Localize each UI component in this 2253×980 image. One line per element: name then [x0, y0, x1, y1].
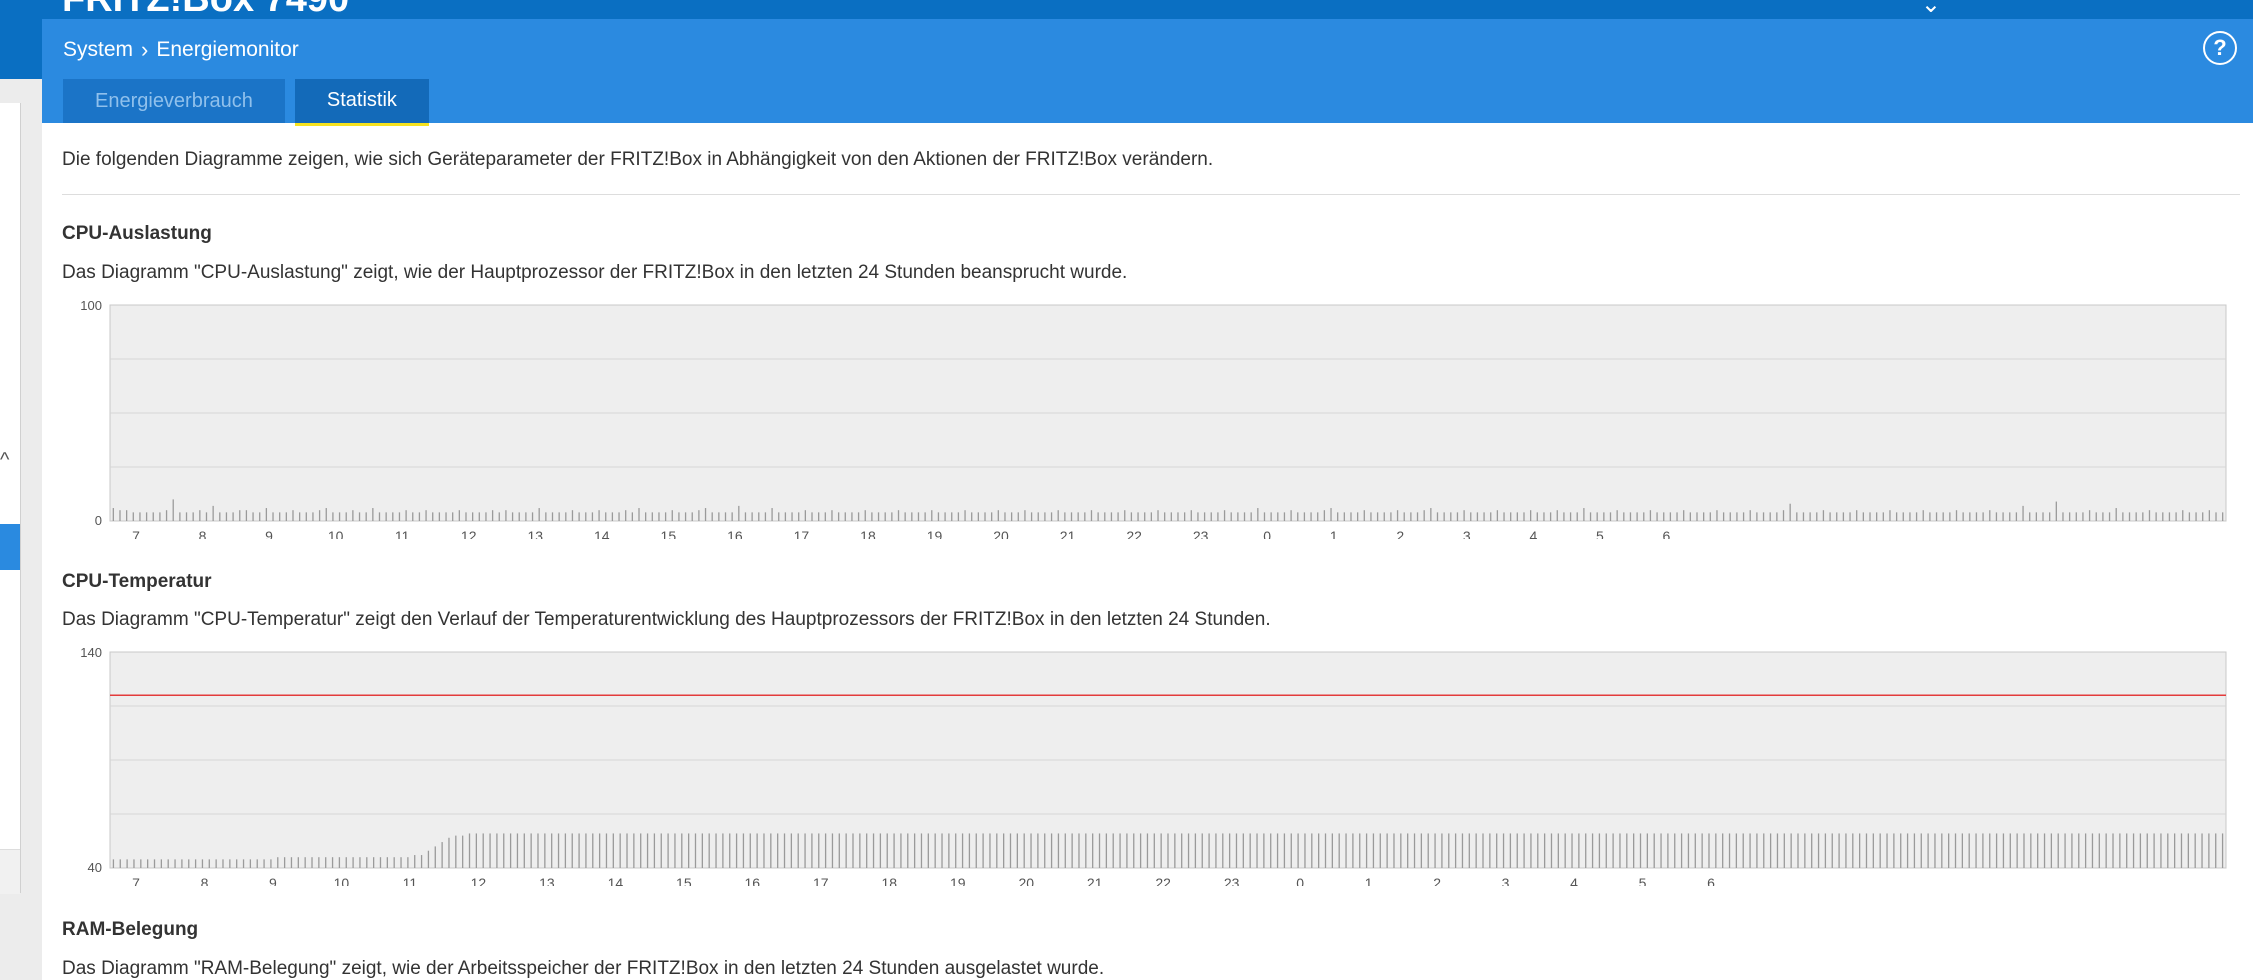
sidebar-item-lower[interactable] — [0, 849, 20, 894]
tab-bar: Energieverbrauch Statistik — [63, 79, 429, 126]
x-tick-label: 8 — [201, 875, 209, 886]
x-tick-label: 23 — [1224, 875, 1240, 886]
x-tick-label: 4 — [1529, 528, 1537, 539]
x-tick-label: 5 — [1639, 875, 1647, 886]
x-tick-label: 18 — [881, 875, 897, 886]
cpu-temp-chart-svg: 401407 8 9 10 11 12 13 14 15 16 17 18 19 20 21 22 23 0 1 2 3… — [80, 646, 2227, 886]
x-tick-label: 19 — [950, 875, 966, 886]
cpu-temp-title: CPU-Temperatur — [62, 571, 212, 592]
x-tick-label: 16 — [727, 528, 743, 539]
product-title: FRITZ!Box 7490 — [62, 0, 349, 19]
sidebar-item-active[interactable] — [0, 524, 20, 570]
x-tick-label: 6 — [1663, 528, 1671, 539]
breadcrumb: System › Energiemonitor — [63, 37, 299, 63]
sidebar-panel — [0, 103, 21, 893]
chevron-right-icon: › — [141, 37, 149, 62]
x-tick-label: 1 — [1330, 528, 1338, 539]
y-tick-label: 100 — [80, 299, 102, 313]
page-header: System › Energiemonitor ? Energieverbrau… — [42, 19, 2253, 126]
x-tick-label: 3 — [1502, 875, 1510, 886]
x-tick-label: 12 — [461, 528, 477, 539]
x-tick-label: 11 — [403, 875, 418, 886]
x-tick-label: 9 — [265, 528, 273, 539]
x-tick-label: 19 — [927, 528, 943, 539]
chevron-up-icon[interactable]: ^ — [0, 449, 9, 472]
breadcrumb-current: Energiemonitor — [156, 38, 299, 61]
breadcrumb-parent[interactable]: System — [63, 38, 133, 62]
x-tick-label: 15 — [661, 528, 677, 539]
x-tick-label: 22 — [1126, 528, 1142, 539]
x-tick-label: 7 — [132, 528, 140, 539]
x-tick-label: 9 — [269, 875, 277, 886]
x-tick-label: 20 — [1018, 875, 1034, 886]
sidebar-header — [0, 19, 42, 79]
cpu-load-description: Das Diagramm "CPU-Auslastung" zeigt, wie… — [62, 262, 1128, 283]
x-tick-label: 14 — [594, 528, 610, 539]
tab-energieverbrauch[interactable]: Energieverbrauch — [63, 79, 285, 123]
x-tick-label: 10 — [328, 528, 344, 539]
help-icon[interactable]: ? — [2203, 31, 2237, 65]
x-tick-label: 17 — [794, 528, 810, 539]
x-tick-label: 13 — [527, 528, 543, 539]
x-tick-label: 8 — [199, 528, 207, 539]
x-tick-label: 16 — [745, 875, 761, 886]
main-content: System › Energiemonitor ? Energieverbrau… — [42, 19, 2253, 980]
x-tick-label: 1 — [1365, 875, 1373, 886]
x-tick-label: 14 — [608, 875, 624, 886]
cpu-temp-description: Das Diagramm "CPU-Temperatur" zeigt den … — [62, 609, 1271, 630]
x-tick-label: 18 — [860, 528, 876, 539]
x-tick-label: 15 — [676, 875, 692, 886]
x-tick-label: 20 — [993, 528, 1009, 539]
x-tick-label: 12 — [471, 875, 487, 886]
divider — [62, 194, 2240, 195]
x-tick-label: 0 — [1296, 875, 1304, 886]
x-tick-label: 11 — [395, 528, 410, 539]
x-tick-label: 3 — [1463, 528, 1471, 539]
x-tick-label: 2 — [1396, 528, 1404, 539]
x-tick-label: 23 — [1193, 528, 1209, 539]
cpu-load-chart: 0 100 7 8 9 10 11 12 13 14 15 16 17 18 19 20 21 22 23 0 1 2 3 4… — [62, 299, 2242, 539]
y-tick-label: 40 — [88, 860, 102, 875]
x-tick-label: 5 — [1596, 528, 1604, 539]
x-tick-label: 13 — [539, 875, 555, 886]
y-tick-label: 0 — [95, 513, 102, 528]
top-bar: FRITZ!Box 7490 ⌄ — [0, 0, 2253, 19]
x-tick-label: 6 — [1707, 875, 1715, 886]
x-tick-label: 10 — [334, 875, 350, 886]
x-tick-label: 2 — [1433, 875, 1441, 886]
user-menu-icon[interactable]: ⌄ — [1921, 0, 1941, 19]
intro-text: Die folgenden Diagramme zeigen, wie sich… — [62, 149, 1214, 170]
ram-description: Das Diagramm "RAM-Belegung" zeigt, wie d… — [62, 958, 1105, 979]
tab-statistik[interactable]: Statistik — [294, 79, 429, 126]
cpu-load-chart-svg: 01007 8 9 10 11 12 13 14 15 16 17 18 19 20 21 22 23 0 1 2 3 4… — [80, 299, 2227, 539]
cpu-temp-chart: 40 140 7 8 9 10 11 12 13 14 15 16 17 18 19 20 21 22 23 0 1 2 3… — [62, 646, 2242, 886]
x-tick-label: 7 — [132, 875, 140, 886]
sidebar: ^ — [0, 19, 42, 980]
x-tick-label: 0 — [1263, 528, 1271, 539]
ram-title: RAM-Belegung — [62, 919, 199, 940]
x-tick-label: 4 — [1570, 875, 1578, 886]
x-tick-label: 17 — [813, 875, 829, 886]
x-tick-label: 21 — [1060, 528, 1076, 539]
x-tick-label: 22 — [1155, 875, 1171, 886]
x-tick-label: 21 — [1087, 875, 1103, 886]
y-tick-label: 140 — [80, 646, 102, 660]
cpu-load-title: CPU-Auslastung — [62, 223, 212, 244]
